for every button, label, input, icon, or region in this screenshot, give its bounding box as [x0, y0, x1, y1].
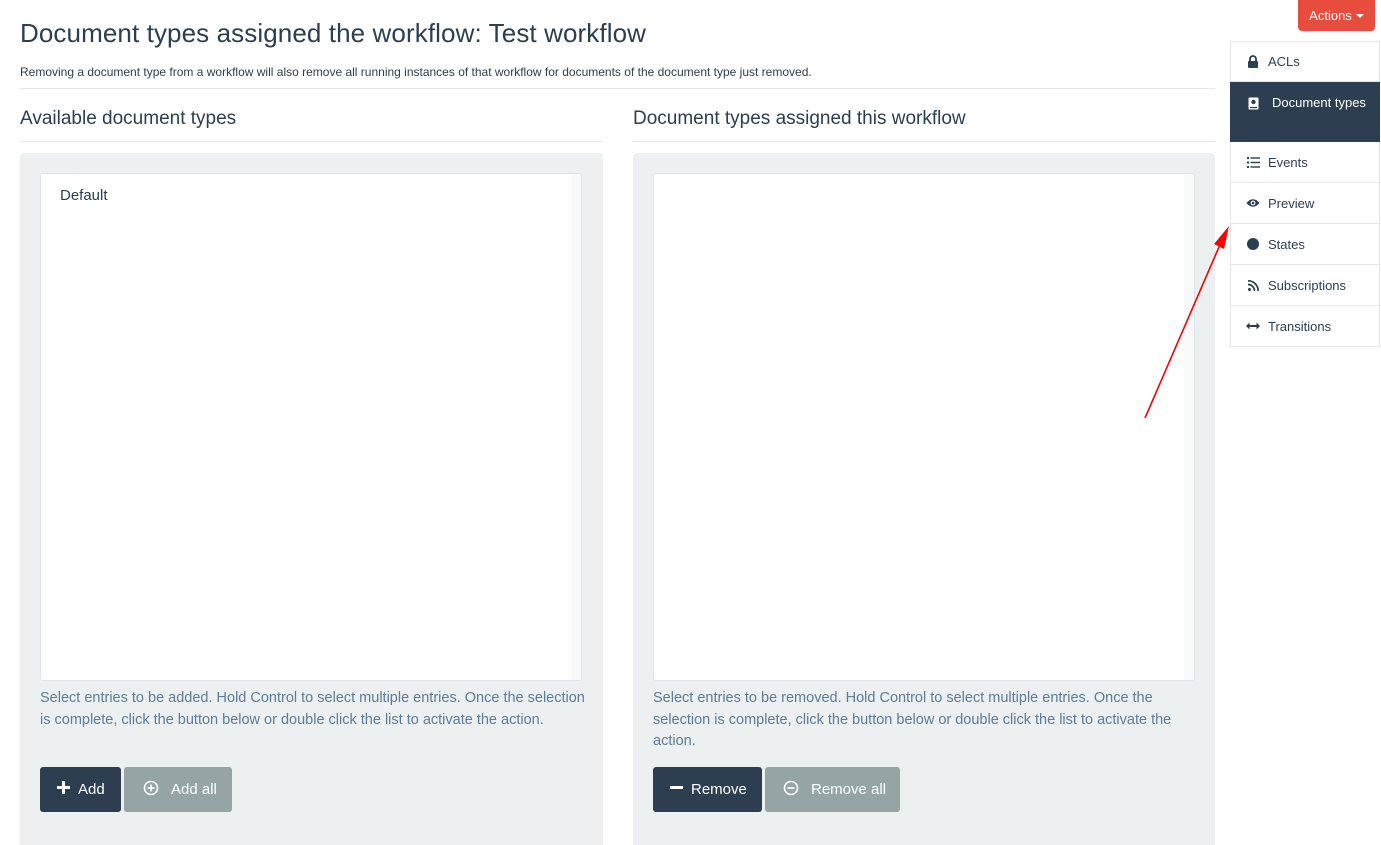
sidebar-item-subscriptions[interactable]: Subscriptions: [1230, 265, 1380, 306]
book-icon: [1246, 96, 1260, 110]
add-all-button-label: Add all: [171, 781, 217, 798]
sidebar-item-label: Subscriptions: [1268, 277, 1347, 293]
sidebar-item-label: ACLs: [1268, 54, 1300, 69]
available-heading: Available document types: [20, 108, 237, 129]
add-all-button[interactable]: Add all: [124, 767, 232, 812]
rss-icon: [1246, 278, 1260, 292]
list-icon: [1246, 155, 1260, 169]
sidebar-item-label: States: [1268, 236, 1305, 252]
sidebar-item-label: Events: [1268, 154, 1308, 170]
minus-circle-icon: [783, 780, 799, 800]
lock-icon: [1246, 55, 1260, 69]
sidebar-item-events[interactable]: Events: [1230, 142, 1380, 183]
sidebar-item-states[interactable]: States: [1230, 224, 1380, 265]
sidebar-item-transitions[interactable]: Transitions: [1230, 306, 1380, 347]
remove-button[interactable]: Remove: [653, 767, 762, 812]
assigned-heading: Document types assigned this workflow: [633, 108, 966, 129]
sidebar-item-document-types[interactable]: Document types: [1230, 82, 1380, 142]
remove-button-label: Remove: [691, 781, 747, 798]
add-button-label: Add: [78, 781, 105, 798]
available-panel: Default Select entries to be added. Hold…: [20, 153, 603, 845]
minus-icon: [670, 781, 683, 798]
circle-icon: [1246, 237, 1260, 251]
actions-dropdown-button[interactable]: Actions: [1298, 0, 1375, 31]
header-divider: [20, 88, 1215, 89]
page-title: Document types assigned the workflow: Te…: [20, 18, 647, 48]
sidebar-item-label: Document types: [1272, 95, 1366, 110]
page-subtitle: Removing a document type from a workflow…: [20, 65, 812, 79]
sidebar-item-acls[interactable]: ACLs: [1230, 41, 1380, 82]
sidebar-item-preview[interactable]: Preview: [1230, 183, 1380, 224]
sidebar-item-label: Transitions: [1268, 318, 1332, 334]
assigned-panel: Select entries to be removed. Hold Contr…: [633, 153, 1215, 845]
remove-all-button-label: Remove all: [811, 781, 887, 798]
add-button[interactable]: Add: [40, 767, 121, 812]
arrows-h-icon: [1246, 319, 1260, 333]
plus-icon: [57, 781, 70, 798]
listbox-scrollbar[interactable]: [571, 174, 581, 680]
remove-all-button[interactable]: Remove all: [765, 767, 900, 812]
eye-icon: [1246, 196, 1260, 210]
caret-down-icon: [1355, 13, 1364, 18]
list-option[interactable]: Default: [60, 187, 108, 204]
actions-label: Actions: [1309, 8, 1352, 23]
sidebar-item-label: Preview: [1268, 195, 1315, 211]
assigned-help-text: Select entries to be removed. Hold Contr…: [653, 690, 1172, 749]
sidebar-nav: ACLs Document types Events Preview State…: [1230, 41, 1380, 347]
available-listbox[interactable]: Default: [40, 173, 582, 681]
available-heading-divider: [20, 141, 603, 142]
assigned-listbox[interactable]: [653, 173, 1195, 681]
available-help-text: Select entries to be added. Hold Control…: [40, 690, 585, 728]
plus-circle-icon: [143, 780, 159, 800]
listbox-scrollbar[interactable]: [1184, 174, 1194, 680]
assigned-heading-divider: [633, 141, 1215, 142]
